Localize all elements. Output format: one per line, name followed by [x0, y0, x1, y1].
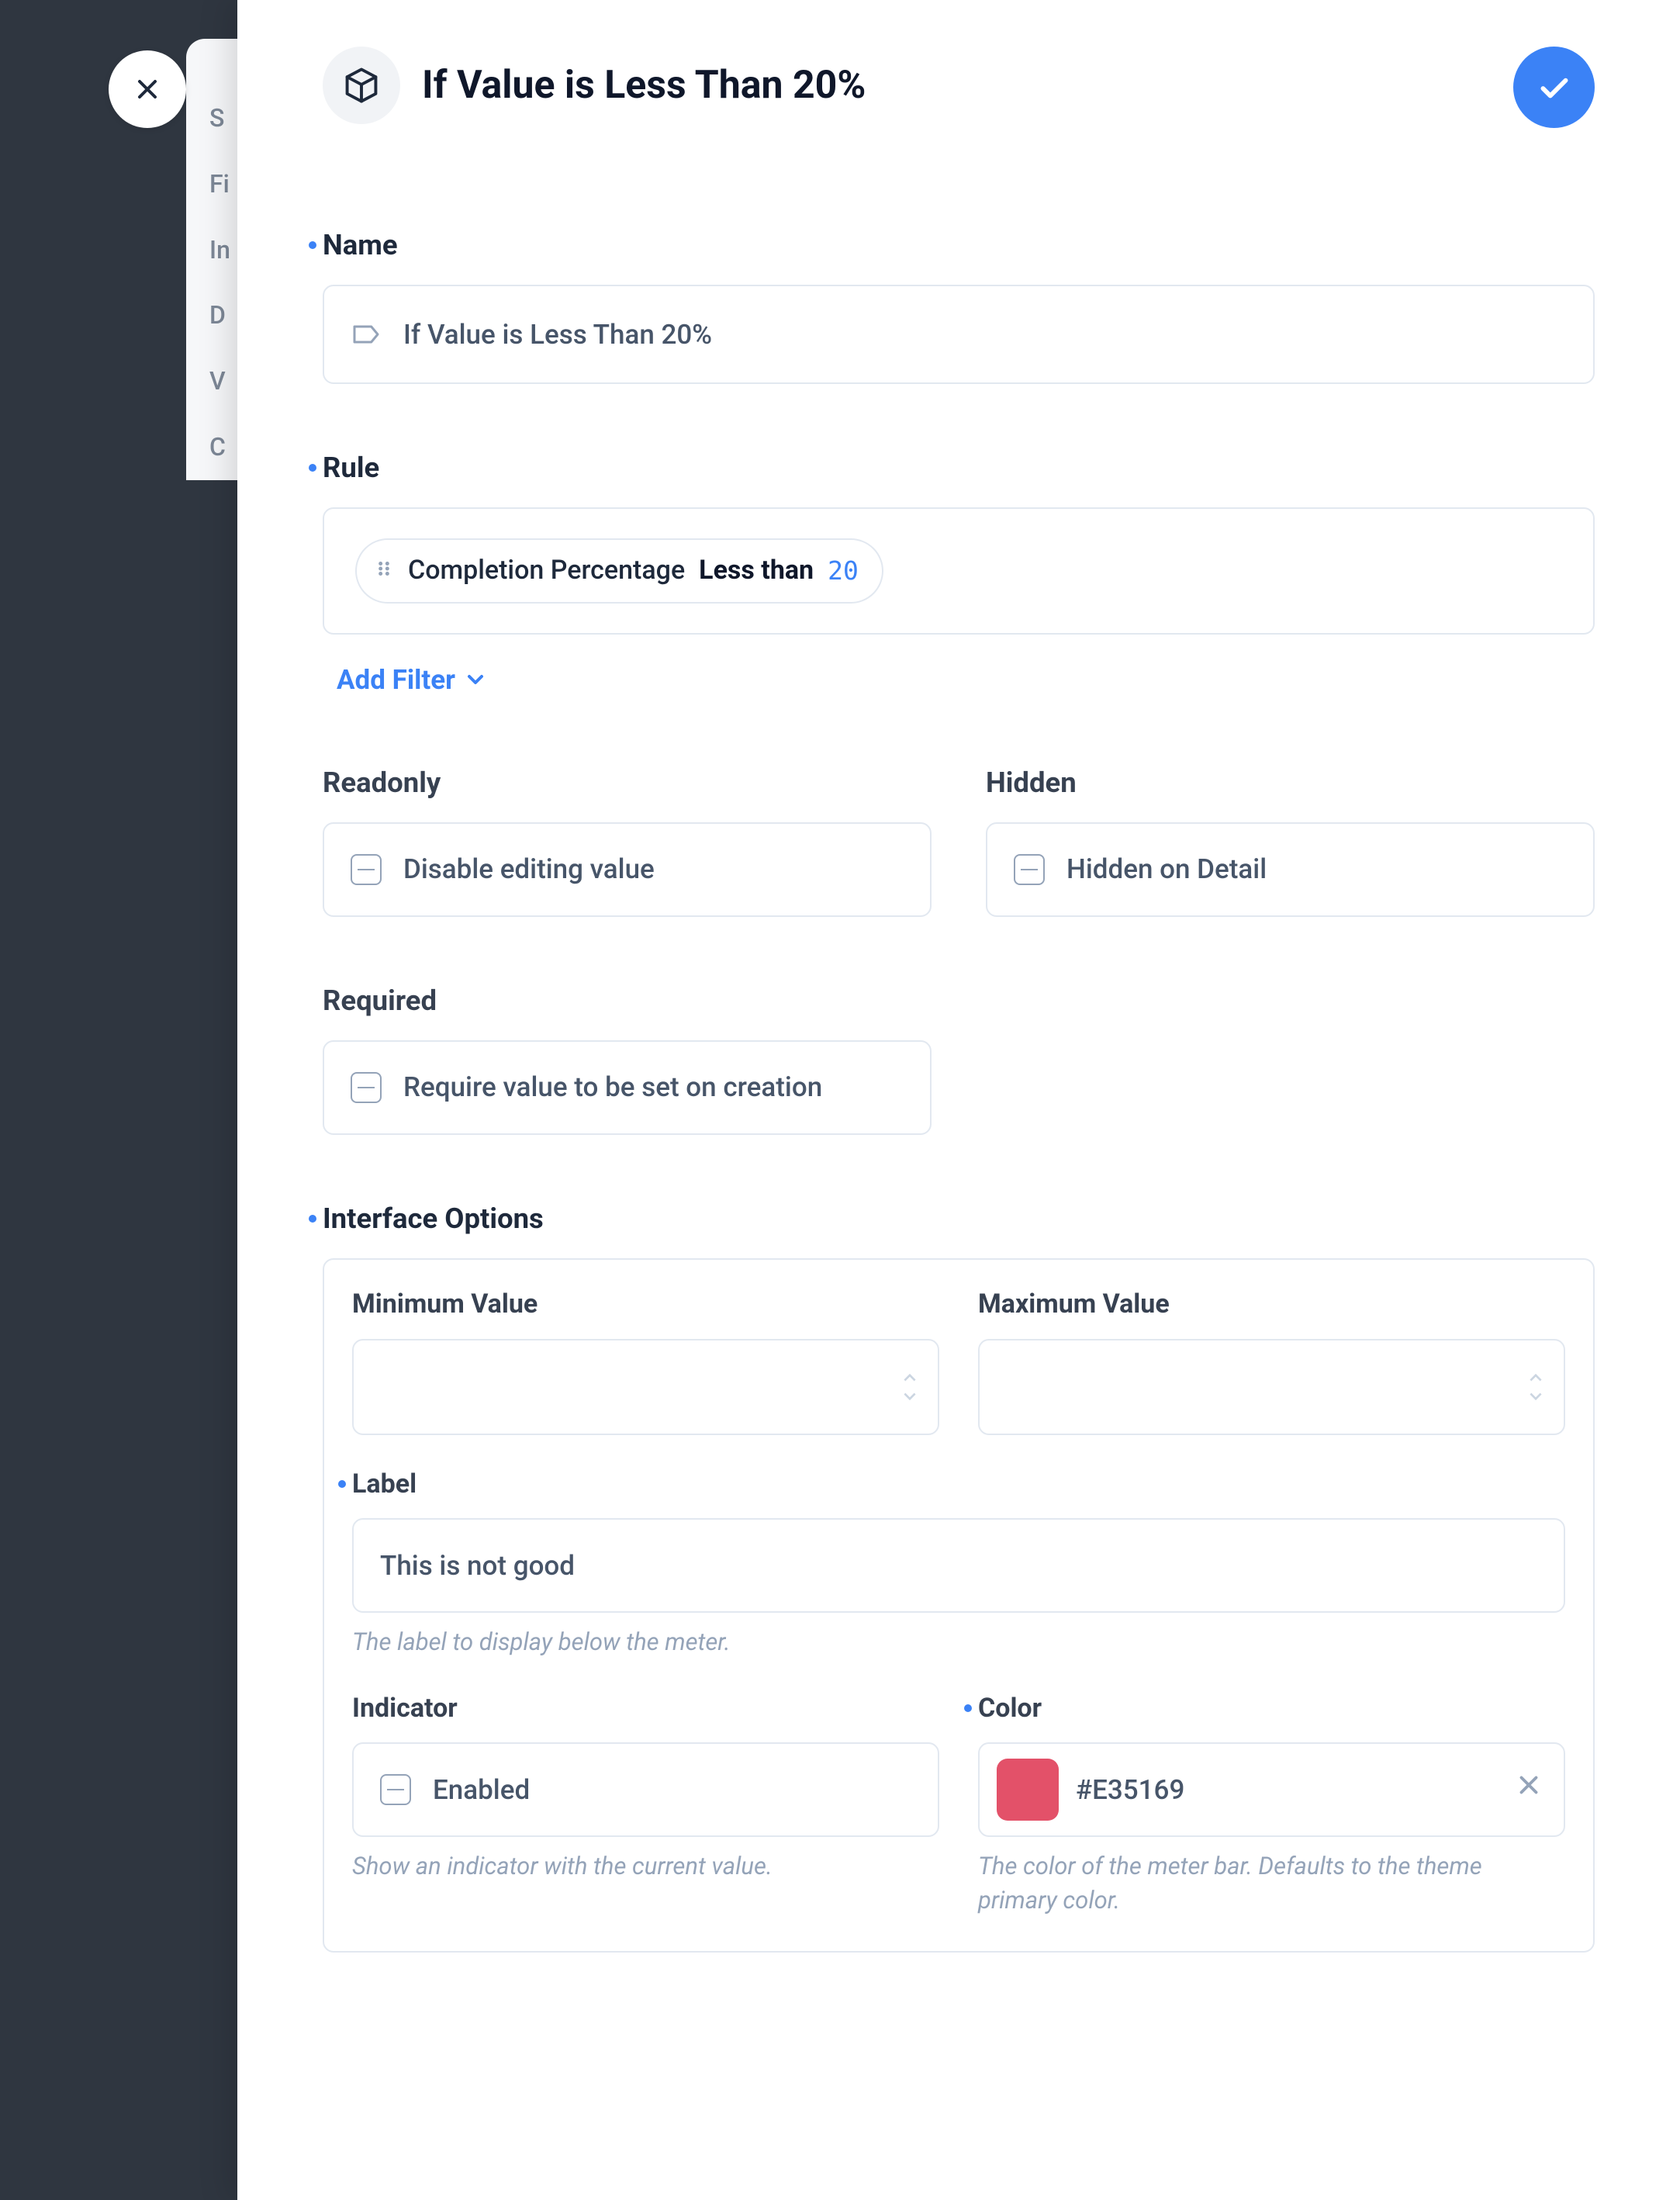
checkbox-indeterminate-icon — [380, 1774, 411, 1805]
name-label: Name — [323, 225, 398, 265]
max-value-label: Maximum Value — [978, 1286, 1565, 1323]
interface-options-label: Interface Options — [323, 1199, 544, 1238]
rule-operator: Less than — [699, 552, 814, 590]
color-label: Color — [978, 1690, 1042, 1728]
required-toggle[interactable]: Require value to be set on creation — [323, 1040, 932, 1135]
indicator-toggle[interactable]: Enabled — [352, 1742, 939, 1837]
rule-label: Rule — [323, 448, 379, 487]
color-hint: The color of the meter bar. Defaults to … — [978, 1849, 1565, 1917]
clear-color-button[interactable] — [1514, 1770, 1543, 1809]
chevron-up-icon — [1525, 1368, 1547, 1385]
rule-chip[interactable]: Completion Percentage Less than 20 — [355, 538, 883, 604]
add-filter-button[interactable]: Add Filter — [337, 661, 488, 699]
color-value: #E35169 — [1076, 1771, 1497, 1809]
rule-value: 20 — [828, 553, 859, 589]
rule-builder: Completion Percentage Less than 20 — [323, 507, 1595, 635]
close-button[interactable] — [109, 50, 186, 128]
chevron-down-icon — [463, 667, 488, 692]
checkbox-indeterminate-icon — [351, 854, 382, 885]
label-value: This is not good — [380, 1547, 1537, 1585]
close-icon — [1514, 1770, 1543, 1800]
readonly-text: Disable editing value — [403, 850, 904, 888]
color-input[interactable]: #E35169 — [978, 1742, 1565, 1837]
label-field-label: Label — [352, 1466, 417, 1503]
max-value-input[interactable] — [978, 1339, 1565, 1435]
chevron-down-icon — [1525, 1389, 1547, 1406]
checkbox-indeterminate-icon — [351, 1072, 382, 1103]
label-hint: The label to display below the meter. — [352, 1625, 1565, 1659]
indicator-hint: Show an indicator with the current value… — [352, 1849, 939, 1883]
required-text: Require value to be set on creation — [403, 1068, 904, 1106]
page-title: If Value is Less Than 20% — [422, 58, 866, 112]
checkbox-indeterminate-icon — [1014, 854, 1045, 885]
min-value-input[interactable] — [352, 1339, 939, 1435]
hidden-text: Hidden on Detail — [1066, 850, 1567, 888]
confirm-button[interactable] — [1513, 47, 1595, 128]
cube-icon — [323, 47, 400, 124]
name-input[interactable]: If Value is Less Than 20% — [323, 285, 1595, 384]
readonly-label: Readonly — [323, 763, 932, 802]
drag-handle-icon — [374, 552, 394, 590]
interface-options-panel: Minimum Value Maximum Value — [323, 1258, 1595, 1953]
indicator-value: Enabled — [433, 1771, 911, 1809]
min-value-label: Minimum Value — [352, 1286, 939, 1323]
label-input[interactable]: This is not good — [352, 1518, 1565, 1613]
hidden-toggle[interactable]: Hidden on Detail — [986, 822, 1595, 917]
readonly-toggle[interactable]: Disable editing value — [323, 822, 932, 917]
required-label: Required — [323, 981, 932, 1020]
chevron-down-icon — [899, 1389, 921, 1406]
drawer-panel: If Value is Less Than 20% Name If Value … — [237, 0, 1680, 2200]
rule-field-name: Completion Percentage — [408, 552, 685, 590]
hidden-label: Hidden — [986, 763, 1595, 802]
color-swatch[interactable] — [997, 1759, 1059, 1821]
indicator-label: Indicator — [352, 1690, 939, 1728]
tag-icon — [351, 319, 382, 350]
chevron-up-icon — [899, 1368, 921, 1385]
name-value: If Value is Less Than 20% — [403, 316, 1567, 354]
